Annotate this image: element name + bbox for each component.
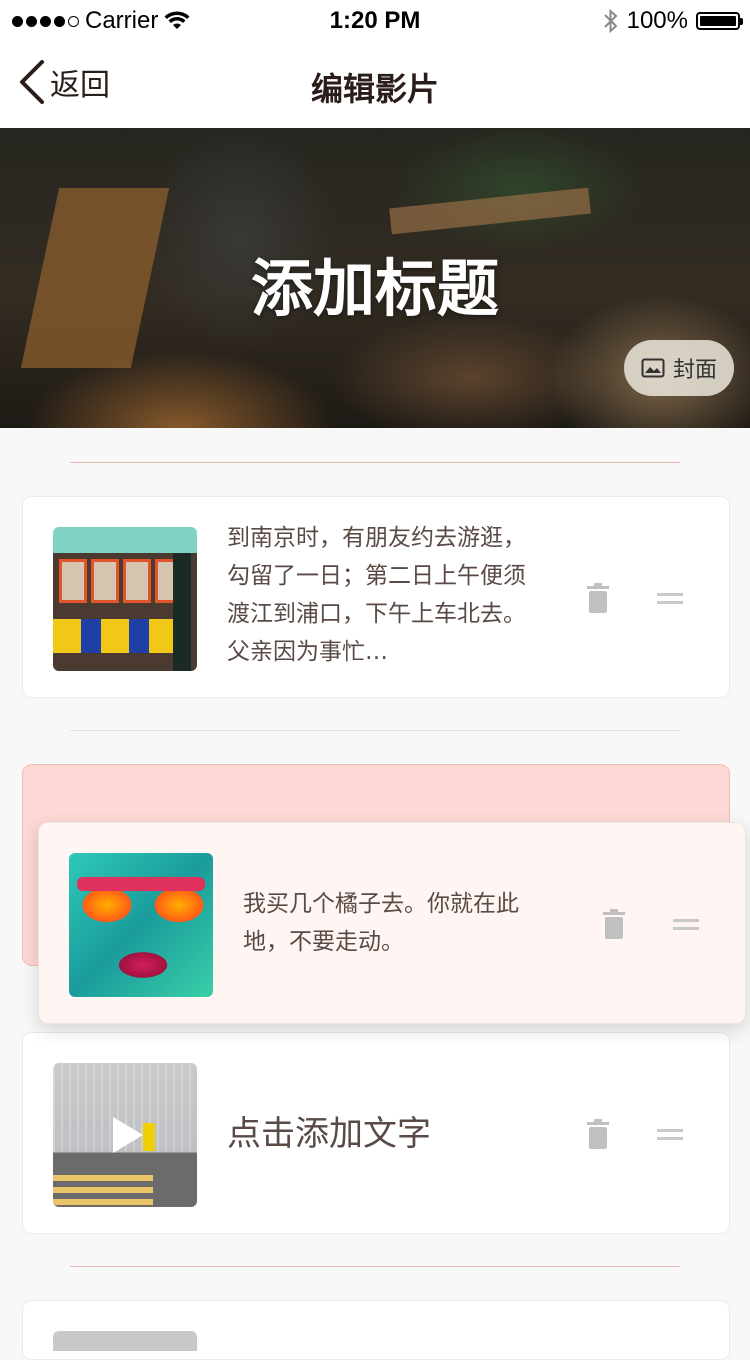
play-icon <box>113 1117 143 1153</box>
drag-handle-icon[interactable] <box>657 593 683 609</box>
trash-icon[interactable] <box>587 1119 609 1153</box>
graffiti-thumbnail[interactable] <box>69 853 213 997</box>
status-bar: Carrier 1:20 PM 100% <box>0 0 750 40</box>
drag-handle-icon[interactable] <box>657 1129 683 1145</box>
battery-percent: 100% <box>626 7 688 34</box>
trash-icon[interactable] <box>587 583 609 617</box>
cover-button[interactable]: 封面 <box>624 340 734 396</box>
table-shape <box>389 187 591 235</box>
dragging-list-item[interactable]: 我买几个橘子去。你就在此地，不要走动。 <box>38 822 746 1024</box>
list-item[interactable]: 点击添加文字 <box>22 1032 730 1234</box>
divider <box>70 462 680 463</box>
add-title-button[interactable]: 添加标题 <box>0 238 750 328</box>
bluetooth-icon <box>603 8 618 34</box>
item-caption[interactable]: 我买几个橘子去。你就在此地，不要走动。 <box>243 885 563 961</box>
item-caption[interactable]: 到南京时，有朋友约去游逛，勾留了一日；第二日上午便须渡江到浦口，下午上车北去。父… <box>227 519 547 671</box>
divider <box>70 730 680 731</box>
shop-front-thumbnail[interactable] <box>53 527 197 671</box>
list-item[interactable]: 到南京时，有朋友约去游逛，勾留了一日；第二日上午便须渡江到浦口，下午上车北去。父… <box>22 496 730 698</box>
street-video-thumbnail[interactable] <box>53 1063 197 1207</box>
nav-bar: 返回 编辑影片 <box>0 40 750 128</box>
cover-button-label: 封面 <box>672 358 717 383</box>
trash-icon[interactable] <box>603 909 625 943</box>
image-icon <box>641 358 665 378</box>
thumbnail[interactable] <box>53 1331 197 1351</box>
battery-icon <box>696 12 743 30</box>
page-title: 编辑影片 <box>310 70 439 108</box>
status-right: 100% <box>603 7 743 35</box>
drag-handle-icon[interactable] <box>673 919 699 935</box>
list-item[interactable] <box>22 1300 730 1360</box>
add-text-prompt[interactable]: 点击添加文字 <box>227 1033 547 1235</box>
hero-cover-image: 添加标题 封面 <box>0 128 750 428</box>
divider <box>70 1266 680 1267</box>
